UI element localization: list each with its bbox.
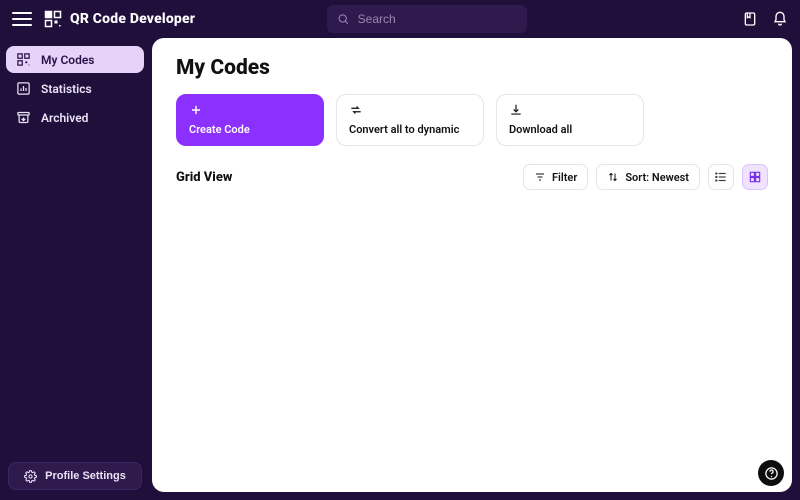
menu-icon[interactable] [12,9,32,29]
sidebar-item-label: Statistics [41,82,92,96]
convert-all-button[interactable]: Convert all to dynamic [336,94,484,146]
sort-label: Sort: Newest [625,171,689,184]
sidebar-item-statistics[interactable]: Statistics [6,75,144,102]
page-title: My Codes [176,56,768,80]
sidebar-item-archived[interactable]: Archived [6,104,144,131]
swap-icon [349,103,363,117]
search-icon [337,12,349,26]
filter-button[interactable]: Filter [523,164,588,190]
app-title: QR Code Developer [70,11,195,27]
bell-icon[interactable] [772,11,788,27]
search-input[interactable] [358,12,518,26]
archive-icon [16,110,31,125]
plus-icon [189,103,203,117]
bookmark-icon[interactable] [742,11,758,27]
view-title: Grid View [176,170,232,185]
grid-icon [748,170,762,184]
gear-icon [24,470,37,483]
sidebar-item-my-codes[interactable]: My Codes [6,46,144,73]
view-toolbar: Grid View Filter Sort: Newest [176,164,768,190]
action-label: Create Code [189,123,311,136]
help-button[interactable] [758,460,784,486]
qr-icon [16,52,31,67]
download-all-button[interactable]: Download all [496,94,644,146]
header-actions [742,11,788,27]
sidebar: My Codes Statistics Archived [0,38,150,500]
sidebar-item-label: Archived [41,111,88,125]
profile-settings-label: Profile Settings [45,470,126,482]
create-code-button[interactable]: Create Code [176,94,324,146]
action-cards: Create Code Convert all to dynamic Downl… [176,94,768,146]
chart-icon [16,81,31,96]
action-label: Download all [509,123,631,136]
search-box[interactable] [327,5,527,33]
download-icon [509,103,523,117]
grid-view-button[interactable] [742,164,768,190]
sort-icon [607,171,619,183]
list-view-button[interactable] [708,164,734,190]
filter-icon [534,171,546,183]
filter-label: Filter [552,171,577,184]
sort-button[interactable]: Sort: Newest [596,164,700,190]
profile-settings-button[interactable]: Profile Settings [8,462,142,490]
main-panel: My Codes Create Code Convert all to dyna… [152,38,792,492]
qr-logo-icon [44,10,62,28]
app-logo[interactable]: QR Code Developer [44,10,195,28]
help-icon [764,466,779,481]
list-icon [714,170,728,184]
app-header: QR Code Developer [0,0,800,38]
sidebar-item-label: My Codes [41,53,94,67]
action-label: Convert all to dynamic [349,123,471,136]
